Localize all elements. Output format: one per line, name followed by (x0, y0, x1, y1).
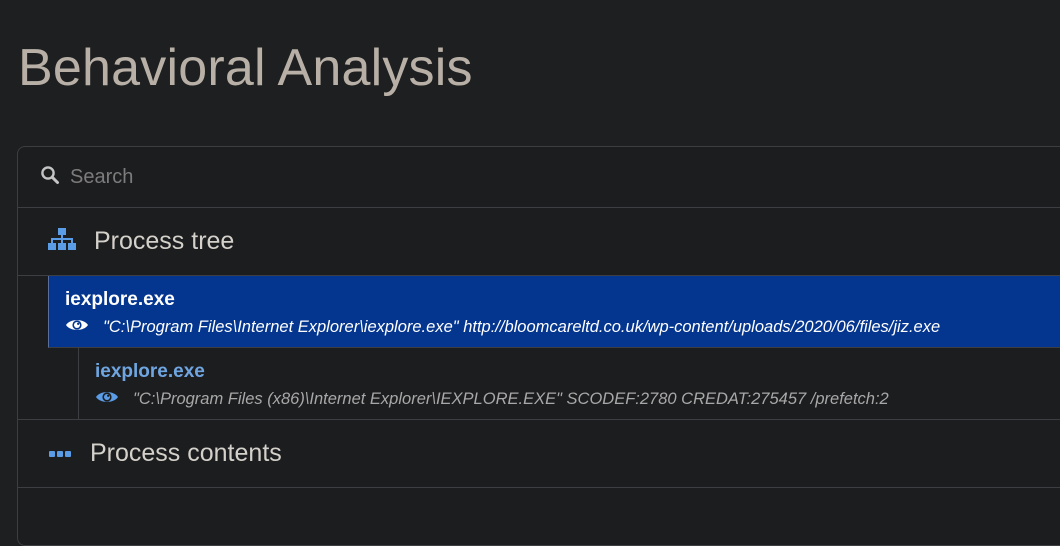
section-label-process-tree: Process tree (94, 227, 235, 255)
process-command-line: "C:\Program Files (x86)\Internet Explore… (133, 390, 889, 408)
section-process-contents[interactable]: Process contents (18, 420, 1060, 488)
section-label-process-contents: Process contents (90, 439, 282, 467)
search-bar[interactable] (18, 147, 1060, 208)
section-process-tree[interactable]: Process tree (18, 208, 1060, 276)
process-row[interactable]: iexplore.exe "C:\Program Files\Internet … (48, 276, 1060, 348)
page-title: Behavioral Analysis (18, 39, 473, 97)
analysis-panel: Process tree iexplore.exe "C:\Program Fi… (17, 146, 1060, 546)
sitemap-icon (48, 227, 76, 256)
process-row[interactable]: iexplore.exe "C:\Program Files (x86)\Int… (18, 348, 1060, 420)
ellipsis-icon (48, 445, 72, 463)
process-name: iexplore.exe (65, 289, 175, 310)
search-input[interactable] (70, 165, 670, 189)
process-name: iexplore.exe (95, 361, 205, 382)
eye-icon[interactable] (95, 389, 119, 410)
search-icon (40, 165, 60, 190)
process-command-line: "C:\Program Files\Internet Explorer\iexp… (103, 318, 941, 336)
eye-icon[interactable] (65, 317, 89, 338)
